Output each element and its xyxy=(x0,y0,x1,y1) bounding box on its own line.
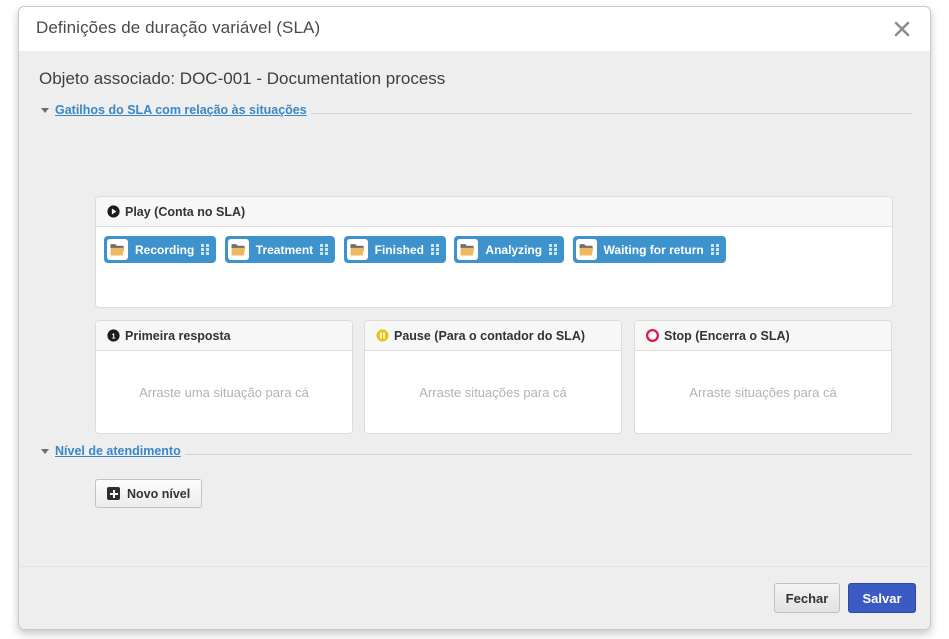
close-icon[interactable] xyxy=(888,15,916,43)
caret-down-icon[interactable] xyxy=(41,448,49,454)
section-link-service-level[interactable]: Nível de atendimento xyxy=(55,444,181,458)
first-response-panel-title: Primeira resposta xyxy=(125,328,231,343)
folder-icon xyxy=(575,239,597,260)
situation-chip[interactable]: Analyzing xyxy=(454,236,565,263)
stop-panel-title: Stop (Encerra o SLA) xyxy=(664,328,790,343)
drop-zone-placeholder: Arraste situações para cá xyxy=(419,385,567,400)
situation-chip[interactable]: Recording xyxy=(104,236,217,263)
chip-label: Waiting for return xyxy=(603,242,704,257)
chip-label: Treatment xyxy=(255,242,314,257)
section-header-triggers: Gatilhos do SLA com relação às situações xyxy=(41,103,912,117)
situation-chip[interactable]: Treatment xyxy=(224,236,336,263)
situation-chip[interactable]: Finished xyxy=(343,236,446,263)
new-level-button-label: Novo nível xyxy=(127,486,191,501)
pause-panel-header: Pause (Para o contador do SLA) xyxy=(365,321,621,351)
section-divider xyxy=(310,112,912,114)
section-link-triggers[interactable]: Gatilhos do SLA com relação às situações xyxy=(55,103,307,117)
svg-text:1: 1 xyxy=(111,331,115,340)
pause-circle-icon xyxy=(376,329,389,342)
stop-panel: Stop (Encerra o SLA) Arraste situações p… xyxy=(634,320,892,434)
play-panel-header: Play (Conta no SLA) xyxy=(96,197,892,227)
section-header-service-level: Nível de atendimento xyxy=(41,444,912,458)
dialog-titlebar: Definições de duração variável (SLA) xyxy=(19,7,930,52)
chip-label: Analyzing xyxy=(485,242,543,257)
pause-drop-zone[interactable]: Arraste situações para cá xyxy=(365,351,621,434)
drag-grip-icon[interactable] xyxy=(201,244,210,255)
first-response-panel-header: 1 Primeira resposta xyxy=(96,321,352,351)
number-one-circle-icon: 1 xyxy=(107,329,120,342)
chip-label: Recording xyxy=(135,242,195,257)
first-response-panel: 1 Primeira resposta Arraste uma situação… xyxy=(95,320,353,434)
stop-drop-zone[interactable]: Arraste situações para cá xyxy=(635,351,891,434)
dialog-title: Definições de duração variável (SLA) xyxy=(36,18,321,37)
caret-down-icon[interactable] xyxy=(41,107,49,113)
folder-icon xyxy=(107,239,128,260)
play-panel-title: Play (Conta no SLA) xyxy=(125,204,246,219)
plus-square-icon xyxy=(107,487,120,500)
sla-settings-dialog: Definições de duração variável (SLA) Obj… xyxy=(18,6,931,630)
stop-circle-icon xyxy=(646,329,659,342)
play-panel: Play (Conta no SLA) Recording Treatment … xyxy=(95,196,893,308)
situation-chip[interactable]: Waiting for return xyxy=(572,236,726,263)
pause-panel-title: Pause (Para o contador do SLA) xyxy=(394,328,586,343)
drag-grip-icon[interactable] xyxy=(430,244,439,255)
drag-grip-icon[interactable] xyxy=(549,244,558,255)
stop-panel-header: Stop (Encerra o SLA) xyxy=(635,321,891,351)
chip-label: Finished xyxy=(374,242,424,257)
pause-panel: Pause (Para o contador do SLA) Arraste s… xyxy=(364,320,622,434)
close-button[interactable]: Fechar xyxy=(774,583,840,613)
play-chip-container[interactable]: Recording Treatment Finished Analyzing W… xyxy=(96,227,892,299)
new-level-button[interactable]: Novo nível xyxy=(95,479,203,508)
folder-icon xyxy=(457,239,479,260)
dialog-footer: Fechar Salvar xyxy=(19,566,930,629)
dialog-body: Objeto associado: DOC-001 - Documentatio… xyxy=(19,51,930,567)
save-button[interactable]: Salvar xyxy=(848,583,916,613)
drop-zone-placeholder: Arraste situações para cá xyxy=(689,385,837,400)
section-divider xyxy=(184,453,912,455)
drag-grip-icon[interactable] xyxy=(710,244,719,255)
first-response-drop-zone[interactable]: Arraste uma situação para cá xyxy=(96,351,352,434)
drop-zone-placeholder: Arraste uma situação para cá xyxy=(139,385,309,400)
play-circle-icon xyxy=(107,205,120,218)
folder-icon xyxy=(346,239,368,260)
folder-icon xyxy=(227,239,249,260)
associated-object-label: Objeto associado: DOC-001 - Documentatio… xyxy=(39,69,446,88)
drag-grip-icon[interactable] xyxy=(320,244,329,255)
